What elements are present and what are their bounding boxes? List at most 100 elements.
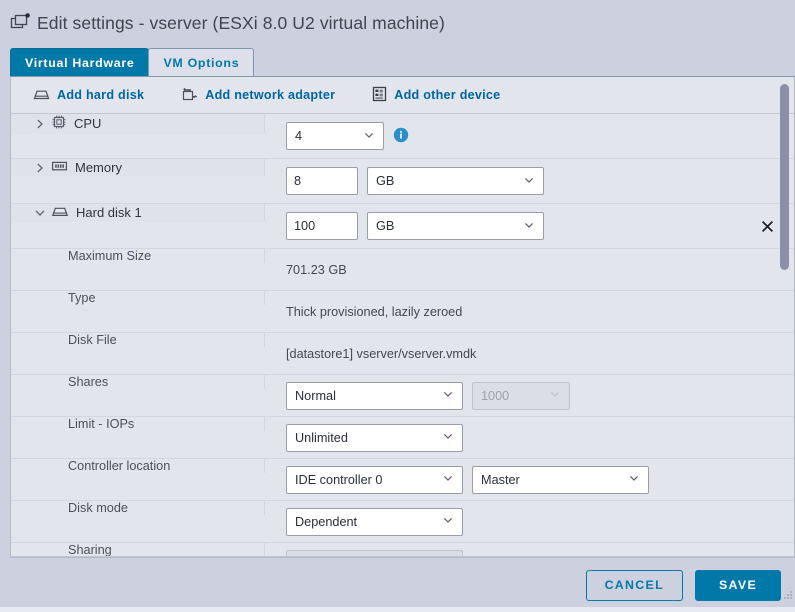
device-table: CPU 4 Memory 8 GB Hard disk 1 100 GB Max… <box>11 113 794 557</box>
table-row-disk-mode: Disk mode Dependent <box>11 501 794 543</box>
shares-value-cell: Normal 1000 <box>265 381 794 410</box>
controller-location-label-cell: Controller location <box>11 459 265 473</box>
add-other-device-button[interactable]: Add other device <box>372 86 500 105</box>
add-network-adapter-label: Add network adapter <box>205 88 336 102</box>
chevron-right-icon[interactable] <box>33 161 47 175</box>
chevron-down-icon <box>523 219 535 234</box>
tab-bar: Virtual Hardware VM Options <box>0 46 795 76</box>
maximum-size-label-cell: Maximum Size <box>11 249 265 263</box>
table-row-disk-file: Disk File [datastore1] vserver/vserver.v… <box>11 333 794 375</box>
limit-iops-value: Unlimited <box>295 430 348 445</box>
chevron-right-icon[interactable] <box>33 117 47 131</box>
virtual-hardware-panel: Add hard disk Add network adapter Add ot… <box>10 76 795 558</box>
shares-label-cell: Shares <box>11 375 265 389</box>
hard-disk-1-value-cell: GB <box>265 212 794 240</box>
cpu-count-value: 4 <box>295 129 303 143</box>
page-title: Edit settings - vserver (ESXi 8.0 U2 vir… <box>37 12 445 33</box>
tab-vm-options[interactable]: VM Options <box>148 48 255 76</box>
shares-amount-select: 1000 <box>472 381 570 410</box>
network-adapter-icon <box>181 86 198 105</box>
table-row-maximum-size: Maximum Size 701.23 GB <box>11 249 794 291</box>
controller-device-node-value: Master <box>481 472 520 487</box>
sharing-label: Sharing <box>68 543 112 557</box>
vertical-scrollbar[interactable] <box>780 84 789 332</box>
hard-disk-1-unit-select[interactable]: GB <box>367 212 544 240</box>
memory-unit-select[interactable]: GB <box>367 167 544 195</box>
maximum-size-value-cell: 701.23 GB <box>265 263 794 277</box>
tab-virtual-hardware-label: Virtual Hardware <box>25 55 135 70</box>
chevron-down-icon <box>442 472 454 487</box>
controller-value: IDE controller 0 <box>295 472 383 487</box>
maximum-size-value: 701.23 GB <box>286 262 347 277</box>
edit-settings-dialog: Edit settings - vserver (ESXi 8.0 U2 vir… <box>0 0 795 612</box>
disk-mode-value: Dependent <box>295 514 358 529</box>
table-row-limit-iops: Limit - IOPs Unlimited <box>11 417 794 459</box>
hard-disk-1-size-input[interactable] <box>286 212 358 240</box>
device-toolbar: Add hard disk Add network adapter Add ot… <box>11 77 794 113</box>
window-bottom-edge <box>0 607 795 612</box>
table-row-controller-location: Controller location IDE controller 0 Mas… <box>11 459 794 501</box>
disk-file-label-cell: Disk File <box>11 333 265 347</box>
limit-iops-select[interactable]: Unlimited <box>286 423 463 452</box>
table-clip-edge <box>11 556 794 557</box>
hard-disk-icon <box>51 204 69 221</box>
memory-value-cell: GB <box>265 167 794 195</box>
disk-mode-value-cell: Dependent <box>265 507 794 536</box>
chevron-down-icon <box>363 129 375 144</box>
hard-disk-1-unit-value: GB <box>376 219 395 233</box>
disk-mode-label: Disk mode <box>68 501 128 515</box>
dialog-titlebar: Edit settings - vserver (ESXi 8.0 U2 vir… <box>0 0 795 46</box>
cpu-name: CPU <box>74 116 102 131</box>
disk-mode-select[interactable]: Dependent <box>286 507 463 536</box>
memory-module-icon <box>51 159 68 176</box>
memory-size-input[interactable] <box>286 167 358 195</box>
shares-level-select[interactable]: Normal <box>286 381 463 410</box>
type-value: Thick provisioned, lazily zeroed <box>286 304 463 319</box>
other-device-icon <box>372 86 387 105</box>
add-network-adapter-button[interactable]: Add network adapter <box>181 86 335 105</box>
add-hard-disk-label: Add hard disk <box>57 88 145 102</box>
virtual-machine-icon <box>9 12 31 34</box>
chevron-down-icon <box>523 174 535 189</box>
cpu-count-select[interactable]: 4 <box>286 122 384 150</box>
controller-select[interactable]: IDE controller 0 <box>286 465 463 494</box>
tab-virtual-hardware[interactable]: Virtual Hardware <box>10 48 150 76</box>
panel-wrapper: Add hard disk Add network adapter Add ot… <box>0 76 795 558</box>
disk-file-label: Disk File <box>68 333 117 347</box>
chevron-down-icon <box>442 430 454 445</box>
controller-location-label: Controller location <box>68 459 171 473</box>
disk-mode-label-cell: Disk mode <box>11 501 265 515</box>
info-circle-icon[interactable] <box>393 127 409 146</box>
controller-device-node-select[interactable]: Master <box>472 465 649 494</box>
chevron-down-icon <box>628 472 640 487</box>
disk-file-value: [datastore1] vserver/vserver.vmdk <box>286 346 477 361</box>
cpu-value-cell: 4 <box>265 122 794 150</box>
sharing-label-cell: Sharing <box>11 543 265 557</box>
memory-unit-value: GB <box>376 174 395 188</box>
save-button-label: SAVE <box>718 578 758 592</box>
hard-disk-1-label-cell: Hard disk 1 <box>11 204 265 221</box>
dialog-footer: CANCEL SAVE <box>0 558 795 612</box>
chevron-down-icon[interactable] <box>33 206 47 220</box>
remove-hard-disk-1-button[interactable] <box>758 217 776 235</box>
limit-iops-label-cell: Limit - IOPs <box>11 417 265 431</box>
cpu-chip-icon <box>51 114 67 133</box>
cancel-button[interactable]: CANCEL <box>585 569 683 601</box>
controller-location-value-cell: IDE controller 0 Master <box>265 465 794 494</box>
disk-file-value-cell: [datastore1] vserver/vserver.vmdk <box>265 347 794 361</box>
limit-iops-value-cell: Unlimited <box>265 423 794 452</box>
shares-level-value: Normal <box>295 388 336 403</box>
table-row-memory: Memory GB <box>11 159 794 204</box>
resize-grip-icon[interactable] <box>783 588 793 599</box>
type-label: Type <box>68 291 96 305</box>
maximum-size-label: Maximum Size <box>68 249 152 263</box>
add-hard-disk-button[interactable]: Add hard disk <box>33 87 144 104</box>
table-row-cpu: CPU 4 <box>11 114 794 159</box>
tab-vm-options-label: VM Options <box>163 55 240 70</box>
limit-iops-label: Limit - IOPs <box>68 417 135 431</box>
chevron-down-icon <box>442 514 454 529</box>
type-value-cell: Thick provisioned, lazily zeroed <box>265 305 794 319</box>
add-other-device-label: Add other device <box>394 88 501 102</box>
scrollbar-thumb[interactable] <box>780 84 789 270</box>
save-button[interactable]: SAVE <box>695 569 781 601</box>
